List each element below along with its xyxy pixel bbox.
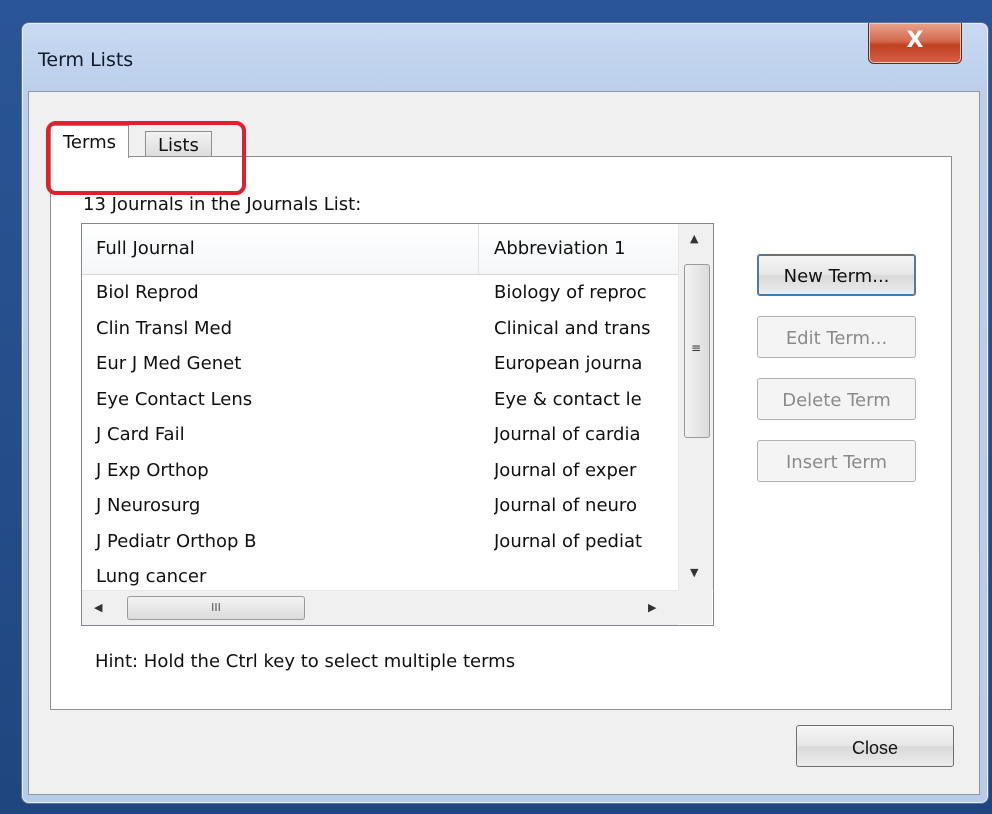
table-row[interactable]: Lung cancer	[82, 558, 678, 594]
table-row[interactable]: Eur J Med Genet European journa	[82, 345, 678, 381]
dialog-client-area: Terms Lists 13 Journals in the Journals …	[28, 91, 980, 795]
cell-full-journal: Eye Contact Lens	[96, 388, 253, 410]
table-row[interactable]: J Card Fail Journal of cardia	[82, 416, 678, 452]
highlight-annotation	[46, 121, 246, 195]
horizontal-scrollbar[interactable]: ◀ III ▶	[82, 590, 678, 625]
scroll-right-icon[interactable]: ▶	[648, 601, 656, 614]
column-divider[interactable]	[478, 224, 479, 274]
table-row[interactable]: J Pediatr Orthop B Journal of pediat	[82, 523, 678, 559]
list-rows: Biol Reprod Biology of reproc Clin Transl…	[82, 274, 678, 594]
grip-icon: III	[211, 601, 221, 614]
scroll-down-icon[interactable]: ▼	[690, 566, 698, 579]
cell-full-journal: J Pediatr Orthop B	[96, 530, 257, 552]
edit-term-button[interactable]: Edit Term...	[757, 316, 916, 358]
cell-full-journal: Clin Transl Med	[96, 317, 233, 339]
dialog-title: Term Lists	[38, 49, 134, 71]
terms-tab-panel: 13 Journals in the Journals List: Full J…	[50, 156, 952, 710]
cell-abbreviation: Journal of neuro	[494, 495, 637, 516]
scrollbar-corner	[678, 590, 712, 624]
cell-full-journal: Eur J Med Genet	[96, 353, 242, 374]
column-header-abbreviation[interactable]: Abbreviation 1	[494, 238, 626, 259]
table-row[interactable]: Eye Contact Lens Eye & contact le	[82, 381, 678, 417]
grip-icon: ≡	[691, 341, 702, 355]
table-row[interactable]: J Neurosurg Journal of neuro	[82, 487, 678, 523]
scroll-up-icon[interactable]: ▲	[690, 232, 698, 245]
column-header-full-journal[interactable]: Full Journal	[96, 238, 195, 259]
close-icon: X	[906, 28, 924, 53]
cell-abbreviation: European journa	[494, 353, 643, 374]
close-button[interactable]: Close	[796, 725, 954, 767]
table-row[interactable]: Biol Reprod Biology of reproc	[82, 274, 678, 310]
cell-abbreviation: Biology of reproc	[494, 282, 647, 303]
vertical-scroll-thumb[interactable]: ≡	[684, 264, 710, 438]
title-bar[interactable]: Term Lists X	[22, 23, 988, 91]
cell-full-journal: Biol Reprod	[96, 282, 199, 303]
horizontal-scroll-thumb[interactable]: III	[127, 596, 305, 620]
list-header: Full Journal Abbreviation 1	[82, 224, 678, 275]
term-lists-dialog: Term Lists X Terms Lists 13 Journals in …	[21, 22, 989, 804]
cell-abbreviation: Journal of exper	[494, 459, 637, 481]
cell-abbreviation: Clinical and trans	[494, 317, 651, 339]
table-row[interactable]: J Exp Orthop Journal of exper	[82, 452, 678, 488]
cell-full-journal: Lung cancer	[96, 566, 207, 587]
cell-abbreviation: Journal of cardia	[494, 424, 641, 445]
cell-abbreviation: Journal of pediat	[494, 530, 643, 552]
journal-count-label: 13 Journals in the Journals List:	[83, 194, 362, 215]
table-row[interactable]: Clin Transl Med Clinical and trans	[82, 310, 678, 346]
delete-term-button[interactable]: Delete Term	[757, 378, 916, 420]
new-term-button[interactable]: New Term...	[757, 254, 916, 296]
insert-term-button[interactable]: Insert Term	[757, 440, 916, 482]
cell-full-journal: J Exp Orthop	[96, 459, 209, 481]
cell-full-journal: J Card Fail	[96, 424, 185, 445]
terms-list[interactable]: Full Journal Abbreviation 1 Biol Reprod B…	[81, 223, 714, 626]
cell-abbreviation: Eye & contact le	[494, 388, 642, 410]
hint-text: Hint: Hold the Ctrl key to select multip…	[95, 651, 516, 672]
vertical-scrollbar[interactable]: ▲ ≡ ▼	[678, 224, 713, 590]
window-close-button[interactable]: X	[868, 23, 962, 64]
cell-full-journal: J Neurosurg	[96, 495, 201, 516]
scroll-left-icon[interactable]: ◀	[94, 601, 102, 614]
